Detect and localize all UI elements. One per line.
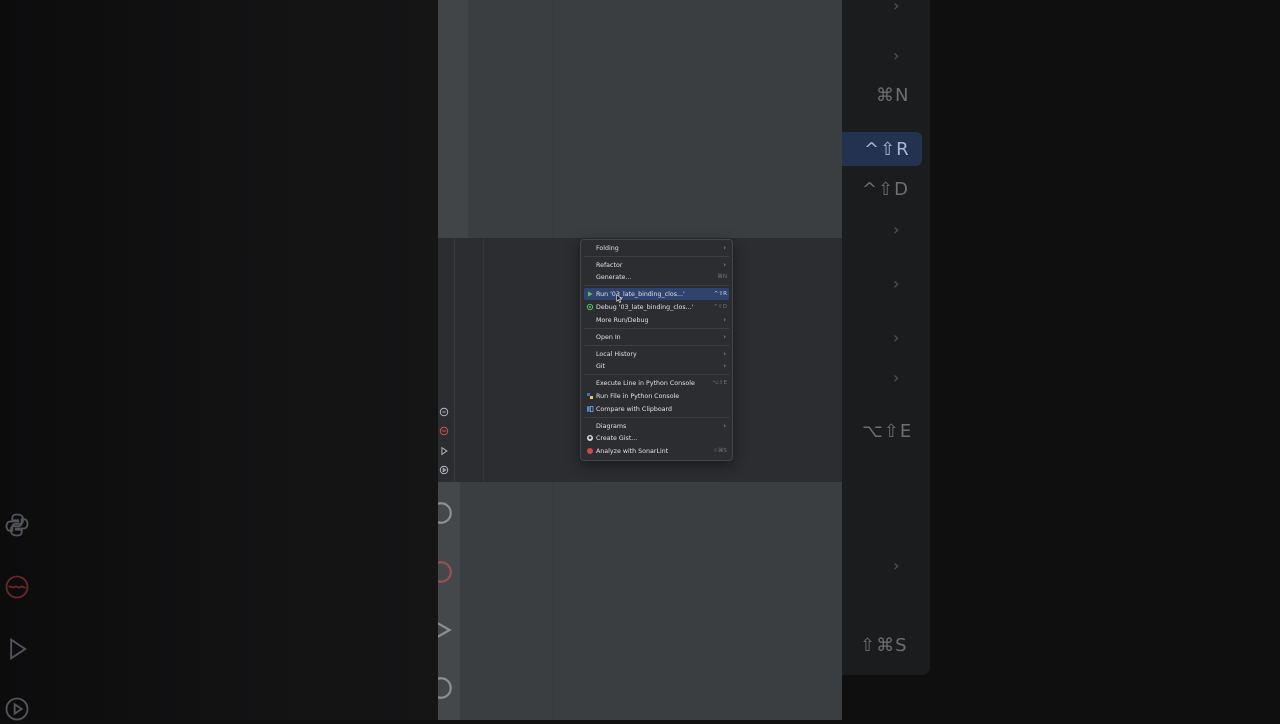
menu-item-label: Open In bbox=[596, 333, 621, 341]
chevron-right-icon: › bbox=[893, 328, 900, 347]
menu-item-shortcut: ⇧⌘S bbox=[713, 448, 727, 454]
chevron-right-icon: › bbox=[723, 333, 726, 341]
chevron-right-icon: › bbox=[723, 362, 726, 370]
chevron-right-icon: › bbox=[723, 244, 726, 252]
menu-item-folding[interactable]: Folding › bbox=[584, 242, 729, 254]
menu-item-shortcut: ^⇧R bbox=[713, 291, 727, 297]
menu-item-shortcut: ⌥⇧E bbox=[712, 380, 727, 386]
menu-separator bbox=[584, 328, 729, 329]
editor-divider bbox=[553, 482, 554, 720]
background-shortcut: ⌥⇧E bbox=[862, 421, 913, 442]
menu-item-diagrams[interactable]: Diagrams › bbox=[584, 420, 729, 432]
run-icon bbox=[438, 617, 454, 643]
menu-item-label: Analyze with SonarLint bbox=[596, 447, 669, 455]
menu-item-label: Run '03_late_binding_clos...' bbox=[596, 290, 685, 298]
menu-separator bbox=[584, 256, 729, 257]
editor-divider bbox=[553, 0, 554, 238]
editor-gutter-blur bbox=[438, 0, 468, 238]
menu-item-debug[interactable]: Debug '03_late_binding_clos...' ^⇧D bbox=[584, 301, 729, 313]
sonarlint-icon bbox=[2, 572, 32, 602]
menu-item-open-in[interactable]: Open In › bbox=[584, 331, 729, 343]
menu-item-create-gist[interactable]: Create Gist... bbox=[584, 432, 729, 444]
sonarlint-icon bbox=[584, 447, 596, 455]
chevron-right-icon: › bbox=[723, 261, 726, 269]
menu-item-execute-line[interactable]: Execute Line in Python Console ⌥⇧E bbox=[584, 377, 729, 389]
run-icon bbox=[2, 634, 32, 664]
gutter-divider bbox=[483, 238, 484, 482]
menu-item-refactor[interactable]: Refactor › bbox=[584, 259, 729, 271]
menu-separator bbox=[584, 345, 729, 346]
python-console-icon[interactable] bbox=[438, 406, 450, 418]
menu-item-run-file-console[interactable]: Run File in Python Console bbox=[584, 390, 729, 402]
menu-item-more-run-debug[interactable]: More Run/Debug › bbox=[584, 314, 729, 326]
chevron-right-icon: › bbox=[723, 316, 726, 324]
menu-item-label: Local History bbox=[596, 350, 637, 358]
background-left-blur bbox=[0, 0, 438, 720]
menu-item-label: More Run/Debug bbox=[596, 316, 649, 324]
menu-separator bbox=[584, 374, 729, 375]
chevron-right-icon: › bbox=[893, 220, 900, 239]
compare-icon bbox=[584, 405, 596, 413]
chevron-right-icon: › bbox=[893, 46, 900, 65]
menu-item-label: Diagrams bbox=[596, 422, 627, 430]
menu-item-label: Debug '03_late_binding_clos...' bbox=[596, 303, 694, 311]
background-shortcut: ^⇧R bbox=[864, 139, 910, 160]
editor-context-menu: Folding › Refactor › Generate... ⌘N Run … bbox=[580, 239, 733, 461]
menu-item-label: Create Gist... bbox=[596, 434, 638, 442]
chevron-right-icon: › bbox=[893, 0, 900, 15]
menu-item-shortcut: ⌘N bbox=[717, 274, 727, 280]
chevron-right-icon: › bbox=[893, 368, 900, 387]
debug-icon[interactable] bbox=[438, 464, 450, 476]
menu-item-label: Git bbox=[596, 362, 606, 370]
sonarlint-icon bbox=[438, 559, 454, 585]
mouse-cursor-icon bbox=[616, 294, 622, 303]
menu-item-label: Folding bbox=[596, 244, 619, 252]
python-icon bbox=[2, 510, 32, 540]
menu-item-label: Execute Line in Python Console bbox=[596, 379, 695, 387]
menu-separator bbox=[584, 285, 729, 286]
menu-item-label: Refactor bbox=[596, 261, 623, 269]
background-shortcut: ⇧⌘S bbox=[860, 635, 908, 656]
sonarlint-icon[interactable] bbox=[438, 425, 450, 437]
menu-item-label: Generate... bbox=[596, 273, 632, 281]
menu-item-label: Compare with Clipboard bbox=[596, 405, 673, 413]
background-shortcut: ^⇧D bbox=[862, 179, 910, 200]
debug-icon bbox=[584, 303, 596, 311]
github-icon bbox=[584, 434, 596, 442]
debug-icon bbox=[438, 675, 454, 701]
background-shortcut: ⌘N bbox=[876, 85, 910, 106]
menu-item-git[interactable]: Git › bbox=[584, 360, 729, 372]
menu-item-shortcut: ^⇧D bbox=[713, 304, 727, 310]
menu-item-sonarlint[interactable]: Analyze with SonarLint ⇧⌘S bbox=[584, 445, 729, 457]
chevron-right-icon: › bbox=[723, 422, 726, 430]
menu-item-local-history[interactable]: Local History › bbox=[584, 348, 729, 360]
menu-item-run[interactable]: Run '03_late_binding_clos...' ^⇧R bbox=[584, 288, 729, 300]
python-console-icon bbox=[584, 392, 596, 400]
python-icon bbox=[438, 500, 454, 526]
chevron-right-icon: › bbox=[893, 556, 900, 575]
menu-item-label: Run File in Python Console bbox=[596, 392, 680, 400]
menu-item-compare-clipboard[interactable]: Compare with Clipboard bbox=[584, 403, 729, 415]
menu-item-generate[interactable]: Generate... ⌘N bbox=[584, 271, 729, 283]
run-icon[interactable] bbox=[438, 445, 450, 457]
menu-separator bbox=[584, 417, 729, 418]
chevron-right-icon: › bbox=[893, 274, 900, 293]
chevron-right-icon: › bbox=[723, 350, 726, 358]
run-icon bbox=[584, 290, 596, 298]
